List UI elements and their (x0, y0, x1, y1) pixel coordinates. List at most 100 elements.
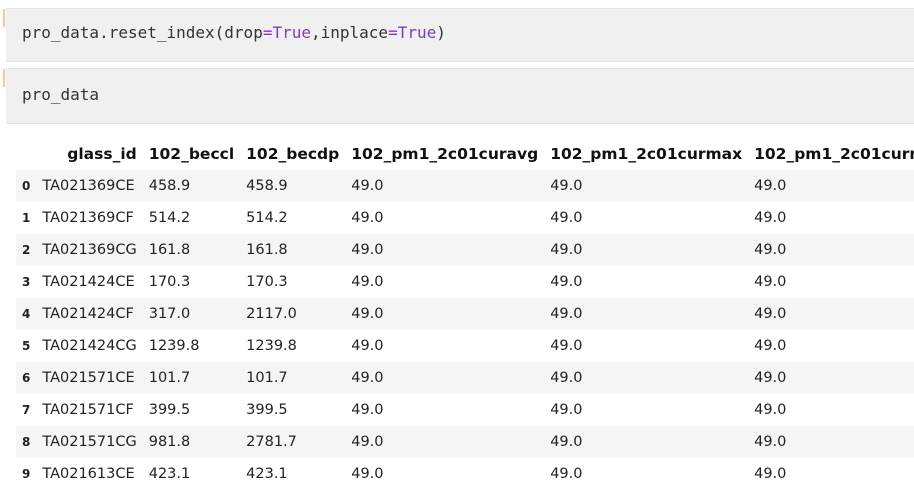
table-row: 4 TA021424CF 317.0 2117.0 49.0 49.0 49.0 (16, 298, 914, 330)
cell-curavg: 49.0 (351, 370, 384, 386)
cell-curmin: 49.0 (754, 274, 787, 290)
table-row: 9 TA021613CE 423.1 423.1 49.0 49.0 49.0 (16, 458, 914, 484)
cell-glass-id: TA021369CF (42, 210, 134, 226)
table-row: 5 TA021424CG 1239.8 1239.8 49.0 49.0 49.… (16, 330, 914, 362)
column-header-curavg: 102_pm1_2c01curavg (351, 145, 539, 163)
table-row: 2 TA021369CG 161.8 161.8 49.0 49.0 49.0 (16, 234, 914, 266)
column-header-index (16, 138, 36, 170)
cell-curmin: 49.0 (754, 178, 787, 194)
column-header-glass-id: glass_id (67, 145, 137, 163)
row-index: 3 (22, 275, 31, 289)
cell-curmin: 49.0 (754, 210, 787, 226)
cell-curmin: 49.0 (754, 434, 787, 450)
cell-curavg: 49.0 (351, 306, 384, 322)
cell-102-becdp: 101.7 (246, 370, 288, 386)
cell-glass-id: TA021571CF (42, 402, 134, 418)
dataframe-table: glass_id 102_beccl 102_becdp 102_pm1_2c0… (16, 138, 914, 484)
cell-curavg: 49.0 (351, 338, 384, 354)
cell-curmin: 49.0 (754, 466, 787, 482)
cell-102-beccl: 317.0 (148, 306, 191, 322)
dataframe-output: glass_id 102_beccl 102_becdp 102_pm1_2c0… (16, 138, 914, 484)
cell-102-beccl: 101.7 (148, 370, 191, 386)
code-keyword: True (272, 23, 311, 42)
column-header-curmin: 102_pm1_2c01curmin (754, 145, 914, 163)
row-index: 6 (22, 371, 31, 385)
cell-curavg: 49.0 (351, 210, 384, 226)
cell-curavg: 49.0 (351, 242, 384, 258)
cell-102-beccl: 981.8 (148, 434, 191, 450)
code-token: ) (436, 23, 446, 42)
cell-102-becdp: 161.8 (246, 242, 288, 258)
cell-glass-id: TA021571CE (42, 370, 135, 386)
cell-curmax: 49.0 (550, 402, 583, 418)
cell-curmax: 49.0 (550, 466, 583, 482)
column-header-curmax: 102_pm1_2c01curmax (550, 145, 743, 163)
cell-curmin: 49.0 (754, 370, 787, 386)
table-row: 8 TA021571CG 981.8 2781.7 49.0 49.0 49.0 (16, 426, 914, 458)
code-token: pro_data.reset_index(drop (22, 23, 263, 42)
code-cell-reset-index[interactable]: pro_data.reset_index(drop=True,inplace=T… (3, 8, 914, 62)
table-row: 1 TA021369CF 514.2 514.2 49.0 49.0 49.0 (16, 202, 914, 234)
cell-curavg: 49.0 (351, 434, 384, 450)
table-row: 6 TA021571CE 101.7 101.7 49.0 49.0 49.0 (16, 362, 914, 394)
column-header-102-beccl: 102_beccl (148, 145, 235, 163)
cell-102-beccl: 1239.8 (148, 338, 200, 354)
cell-102-becdp: 2117.0 (246, 306, 297, 322)
cell-curmin: 49.0 (754, 402, 787, 418)
cell-curmax: 49.0 (550, 434, 583, 450)
row-index: 7 (22, 403, 31, 417)
cell-marker (3, 9, 5, 27)
cell-glass-id: TA021424CE (42, 274, 135, 290)
row-index: 5 (22, 339, 31, 353)
cell-glass-id: TA021424CG (42, 338, 137, 354)
cell-glass-id: TA021369CG (42, 242, 137, 258)
cell-102-becdp: 514.2 (246, 210, 288, 226)
cell-curmax: 49.0 (550, 178, 583, 194)
code-operator: = (388, 23, 398, 42)
code-cell-pro-data[interactable]: pro_data (3, 68, 914, 124)
cell-102-beccl: 399.5 (148, 402, 191, 418)
cell-curmin: 49.0 (754, 242, 787, 258)
cell-102-beccl: 423.1 (148, 466, 191, 482)
table-row: 7 TA021571CF 399.5 399.5 49.0 49.0 49.0 (16, 394, 914, 426)
cell-curmin: 49.0 (754, 338, 787, 354)
cell-102-becdp: 399.5 (246, 402, 288, 418)
cell-102-beccl: 514.2 (148, 210, 191, 226)
cell-102-becdp: 170.3 (246, 274, 288, 290)
cell-curmax: 49.0 (550, 210, 583, 226)
code-token: ,inplace (311, 23, 389, 42)
cell-curmax: 49.0 (550, 306, 583, 322)
code-keyword: True (397, 23, 437, 42)
cell-glass-id: TA021571CG (42, 434, 137, 450)
cell-marker (3, 69, 5, 87)
cell-102-becdp: 1239.8 (246, 338, 297, 354)
row-index: 9 (22, 467, 31, 481)
row-index: 2 (22, 243, 31, 257)
table-row: 3 TA021424CE 170.3 170.3 49.0 49.0 49.0 (16, 266, 914, 298)
cell-glass-id: TA021424CF (42, 306, 134, 322)
cell-curavg: 49.0 (351, 274, 384, 290)
cell-curavg: 49.0 (351, 402, 384, 418)
cell-curavg: 49.0 (351, 466, 384, 482)
cell-102-becdp: 458.9 (246, 178, 288, 194)
cell-102-beccl: 161.8 (148, 242, 191, 258)
cell-curmin: 49.0 (754, 306, 787, 322)
row-index: 0 (22, 179, 31, 193)
cell-curmax: 49.0 (550, 242, 583, 258)
cell-102-beccl: 458.9 (148, 178, 191, 194)
cell-glass-id: TA021613CE (42, 466, 135, 482)
cell-102-becdp: 2781.7 (246, 434, 297, 450)
row-index: 8 (22, 435, 31, 449)
table-header-row: glass_id 102_beccl 102_becdp 102_pm1_2c0… (16, 138, 914, 170)
cell-102-beccl: 170.3 (148, 274, 191, 290)
cell-curmax: 49.0 (550, 274, 583, 290)
row-index: 1 (22, 211, 31, 225)
code-line[interactable]: pro_data.reset_index(drop=True,inplace=T… (22, 23, 446, 42)
cell-curmax: 49.0 (550, 370, 583, 386)
cell-102-becdp: 423.1 (246, 466, 288, 482)
cell-glass-id: TA021369CE (42, 178, 135, 194)
cell-curmax: 49.0 (550, 338, 583, 354)
code-line[interactable]: pro_data (22, 85, 99, 104)
cell-curavg: 49.0 (351, 178, 384, 194)
table-row: 0 TA021369CE 458.9 458.9 49.0 49.0 49.0 (16, 170, 914, 202)
